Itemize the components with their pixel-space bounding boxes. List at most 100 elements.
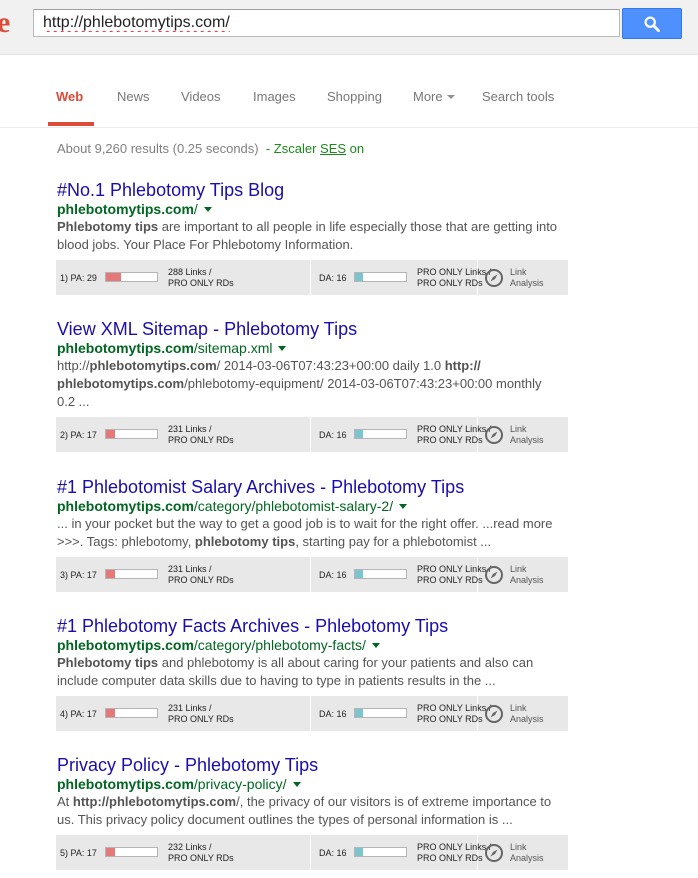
url-dropdown-arrow-icon[interactable] <box>371 643 380 648</box>
link-analysis-link[interactable]: Link Analysis <box>510 267 544 289</box>
domain-authority-cell: DA: 16 PRO ONLY Links / PRO ONLY RDs <box>311 260 491 295</box>
result-url: phlebotomytips.com/category/phlebotomist… <box>57 497 577 515</box>
domain-authority-cell: DA: 16 PRO ONLY Links / PRO ONLY RDs <box>311 835 491 870</box>
result-snippet: ... in your pocket but the way to get a … <box>57 516 553 549</box>
link-analysis-cell[interactable]: Link Analysis <box>478 557 568 592</box>
pa-value: PA: 17 <box>70 570 97 580</box>
page-authority-cell: 1) PA: 29 288 Links / PRO ONLY RDs <box>56 260 311 295</box>
link-analysis-link[interactable]: Link Analysis <box>510 424 544 446</box>
da-bar <box>354 272 407 282</box>
da-value: DA: 16 <box>319 709 347 719</box>
rank-number: 2) <box>60 430 69 440</box>
link-analysis-link[interactable]: Link Analysis <box>510 703 544 725</box>
url-dropdown-arrow-icon[interactable] <box>399 504 408 509</box>
search-box[interactable] <box>33 9 620 37</box>
pa-value: PA: 17 <box>70 709 97 719</box>
result-url-domain: phlebotomytips.com <box>57 498 194 514</box>
active-tab-indicator <box>48 122 94 126</box>
pa-links: 231 Links / PRO ONLY RDs <box>168 564 234 585</box>
seo-metrics-bar: 3) PA: 17 231 Links / PRO ONLY RDs DA: 16… <box>56 557 568 592</box>
compass-icon <box>485 705 503 723</box>
result-title-link[interactable]: View XML Sitemap - Phlebotomy Tips <box>57 318 577 340</box>
google-logo-fragment[interactable]: e <box>0 8 10 38</box>
result-title-link[interactable]: Privacy Policy - Phlebotomy Tips <box>57 754 577 776</box>
domain-authority-cell: DA: 16 PRO ONLY Links / PRO ONLY RDs <box>311 417 491 452</box>
da-bar-fill <box>355 430 364 438</box>
search-button[interactable] <box>622 8 682 39</box>
link-analysis-cell[interactable]: Link Analysis <box>478 835 568 870</box>
da-bar-fill <box>355 709 364 717</box>
result-url: phlebotomytips.com/sitemap.xml <box>57 339 577 357</box>
link-analysis-link[interactable]: Link Analysis <box>510 842 544 864</box>
pa-links: 232 Links / PRO ONLY RDs <box>168 842 234 863</box>
search-result-4: #1 Phlebotomy Facts Archives - Phlebotom… <box>56 615 577 731</box>
rank-pa-label: 4) PA: 17 <box>60 709 97 719</box>
pa-bar <box>105 272 158 282</box>
result-title-link[interactable]: #1 Phlebotomy Facts Archives - Phlebotom… <box>57 615 577 637</box>
result-url-domain: phlebotomytips.com <box>57 201 194 217</box>
tab-news[interactable]: News <box>117 89 150 104</box>
result-stats: About 9,260 results (0.25 seconds) - Zsc… <box>57 141 364 156</box>
search-result-1: #No.1 Phlebotomy Tips Blog phlebotomytip… <box>56 179 577 295</box>
search-input[interactable] <box>34 10 619 36</box>
result-url: phlebotomytips.com/category/phlebotomy-f… <box>57 636 577 654</box>
da-bar <box>354 708 407 718</box>
pa-value: PA: 17 <box>70 848 97 858</box>
link-analysis-cell[interactable]: Link Analysis <box>478 417 568 452</box>
domain-authority-cell: DA: 16 PRO ONLY Links / PRO ONLY RDs <box>311 557 491 592</box>
pa-value: PA: 17 <box>70 430 97 440</box>
da-bar <box>354 569 407 579</box>
pa-bar-fill <box>106 273 121 281</box>
url-dropdown-arrow-icon[interactable] <box>292 782 301 787</box>
pa-bar <box>105 708 158 718</box>
pa-bar <box>105 429 158 439</box>
result-url: phlebotomytips.com/privacy-policy/ <box>57 775 577 793</box>
page-authority-cell: 5) PA: 17 232 Links / PRO ONLY RDs <box>56 835 311 870</box>
link-analysis-link[interactable]: Link Analysis <box>510 564 544 586</box>
search-result-2: View XML Sitemap - Phlebotomy Tips phleb… <box>56 318 577 452</box>
tab-more[interactable]: More <box>413 89 455 104</box>
tab-shopping[interactable]: Shopping <box>327 89 382 104</box>
result-snippet: Phlebotomy tips and phlebotomy is all ab… <box>57 655 534 688</box>
da-value: DA: 16 <box>319 430 347 440</box>
compass-icon <box>485 566 503 584</box>
search-icon <box>644 16 660 32</box>
link-analysis-cell[interactable]: Link Analysis <box>478 696 568 731</box>
da-value: DA: 16 <box>319 273 347 283</box>
url-dropdown-arrow-icon[interactable] <box>278 346 287 351</box>
tab-web[interactable]: Web <box>56 89 83 104</box>
compass-icon <box>485 269 503 287</box>
url-dropdown-arrow-icon[interactable] <box>203 207 212 212</box>
compass-icon <box>485 844 503 862</box>
da-bar-fill <box>355 570 364 578</box>
zscaler-ses-link[interactable]: SES <box>320 141 346 156</box>
result-snippet: http://phlebotomytips.com/ 2014-03-06T07… <box>57 358 542 409</box>
da-bar-fill <box>355 848 364 856</box>
result-count: About 9,260 results (0.25 seconds) <box>57 141 259 156</box>
tab-search-tools[interactable]: Search tools <box>482 89 554 104</box>
tab-more-label: More <box>413 89 443 104</box>
tab-videos[interactable]: Videos <box>181 89 221 104</box>
result-url-domain: phlebotomytips.com <box>57 776 194 792</box>
pa-bar <box>105 569 158 579</box>
zscaler-status: - Zscaler SES on <box>265 141 365 156</box>
tab-images[interactable]: Images <box>253 89 296 104</box>
result-url-path: / <box>193 201 198 217</box>
rank-pa-label: 5) PA: 17 <box>60 848 97 858</box>
domain-authority-cell: DA: 16 PRO ONLY Links / PRO ONLY RDs <box>311 696 491 731</box>
result-title-link[interactable]: #1 Phlebotomist Salary Archives - Phlebo… <box>57 476 577 498</box>
top-bar: e <box>0 0 698 55</box>
result-url-path: /category/phlebotomist-salary-2/ <box>193 498 394 514</box>
rank-number: 3) <box>60 570 69 580</box>
result-snippet: At http://phlebotomytips.com/, the priva… <box>57 794 552 827</box>
result-url-domain: phlebotomytips.com <box>57 637 194 653</box>
pa-bar <box>105 847 158 857</box>
result-title-link[interactable]: #No.1 Phlebotomy Tips Blog <box>57 179 577 201</box>
search-tabs: Web News Videos Images Shopping More Sea… <box>0 55 698 128</box>
rank-pa-label: 2) PA: 17 <box>60 430 97 440</box>
da-value: DA: 16 <box>319 848 347 858</box>
result-url-path: /sitemap.xml <box>193 340 273 356</box>
pa-links: 288 Links / PRO ONLY RDs <box>168 267 234 288</box>
pa-links: 231 Links / PRO ONLY RDs <box>168 703 234 724</box>
link-analysis-cell[interactable]: Link Analysis <box>478 260 568 295</box>
